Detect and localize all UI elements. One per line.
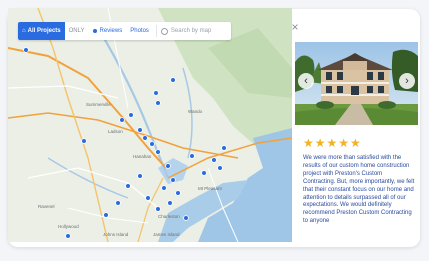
project-marker[interactable] <box>119 117 125 123</box>
project-marker[interactable] <box>142 135 148 141</box>
project-marker[interactable] <box>155 149 161 155</box>
previous-photo-button[interactable]: ‹ <box>298 73 314 89</box>
map-label-mt-pleasant: Mt Pleasant <box>198 186 223 191</box>
reviews-label: Reviews <box>99 28 123 34</box>
project-marker[interactable] <box>217 165 223 171</box>
project-marker[interactable] <box>175 190 181 196</box>
project-marker[interactable] <box>23 47 29 53</box>
project-marker[interactable] <box>155 100 161 106</box>
star-rating-icon: ★★★★★ <box>303 136 362 150</box>
project-marker[interactable] <box>149 141 155 147</box>
project-marker[interactable] <box>125 183 131 189</box>
review-text: We were more than satisfied with the res… <box>303 155 415 225</box>
project-marker[interactable] <box>103 212 109 218</box>
project-marker[interactable] <box>165 163 171 169</box>
project-marker[interactable] <box>201 170 207 176</box>
map-label-charleston: Charleston <box>158 214 180 219</box>
project-marker[interactable] <box>167 200 173 206</box>
map-label-james-island: James Island <box>153 232 180 237</box>
project-marker[interactable] <box>115 200 121 206</box>
review-panel: ★★★★★ We were more than satisfied with t… <box>303 136 415 244</box>
chevron-left-icon: ‹ <box>304 75 308 87</box>
project-marker[interactable] <box>153 90 159 96</box>
home-icon: ⌂ <box>22 28 26 34</box>
only-filter-label: ONLY <box>68 28 85 34</box>
map-label-wando: Wando <box>188 109 203 114</box>
close-button[interactable]: × <box>289 21 301 33</box>
all-projects-button[interactable]: ⌂ All Projects <box>18 22 65 40</box>
project-marker[interactable] <box>137 173 143 179</box>
project-photo[interactable]: ‹ › <box>295 42 418 125</box>
project-marker[interactable] <box>81 138 87 144</box>
map-toolbar: ⌂ All Projects ONLY Reviews Photos Searc… <box>18 22 231 40</box>
map-search-input[interactable]: Search by map <box>155 25 227 37</box>
project-marker[interactable] <box>155 206 161 212</box>
map-label-hanahan: Hanahan <box>133 154 152 159</box>
project-marker[interactable] <box>145 195 151 201</box>
map-label-ladson: Ladson <box>108 129 123 134</box>
project-marker[interactable] <box>128 112 134 118</box>
project-marker[interactable] <box>170 77 176 83</box>
projects-map[interactable]: Summerville Ladson Hanahan Charleston Mt… <box>8 8 292 242</box>
photos-filter-button[interactable]: Photos <box>126 22 153 40</box>
chevron-right-icon: › <box>405 75 409 87</box>
map-label-ravenel: Ravenel <box>38 204 55 209</box>
project-marker[interactable] <box>137 127 143 133</box>
project-marker[interactable] <box>189 153 195 159</box>
reviews-filter-button[interactable]: Reviews <box>89 22 127 40</box>
map-label-hollywood: Hollywood <box>58 224 79 229</box>
map-search-placeholder: Search by map <box>170 28 212 34</box>
search-icon <box>160 27 168 35</box>
reviews-dot-icon <box>92 29 97 33</box>
map-canvas[interactable]: Summerville Ladson Hanahan Charleston Mt… <box>8 8 292 242</box>
all-projects-label: All Projects <box>27 28 61 34</box>
project-marker[interactable] <box>161 185 167 191</box>
map-label-johns-island: Johns Island <box>103 232 129 237</box>
project-marker[interactable] <box>221 145 227 151</box>
next-photo-button[interactable]: › <box>399 73 415 89</box>
project-marker[interactable] <box>170 177 176 183</box>
project-marker[interactable] <box>183 215 189 221</box>
project-marker[interactable] <box>211 157 217 163</box>
project-marker[interactable] <box>65 233 71 239</box>
map-label-summerville: Summerville <box>86 102 111 107</box>
